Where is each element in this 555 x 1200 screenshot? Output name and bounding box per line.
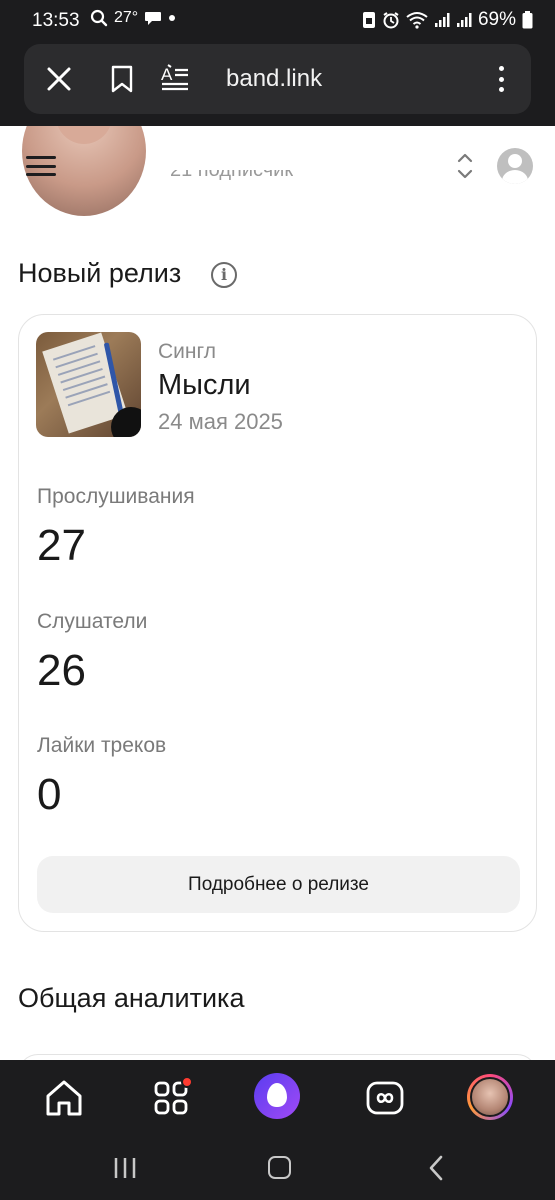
system-nav-bar xyxy=(0,1136,555,1200)
page-header xyxy=(0,126,555,206)
user-account-icon[interactable] xyxy=(497,148,533,184)
reader-mode-icon[interactable]: A xyxy=(160,64,190,94)
search-icon xyxy=(90,9,108,27)
signal-icon-2 xyxy=(456,13,472,27)
plays-label: Прослушивания xyxy=(37,485,195,508)
screen: 13:53 27° 69% A band.link 21 подписчик Н… xyxy=(0,0,555,1200)
browser-toolbar: A band.link xyxy=(24,44,531,114)
track-likes-label: Лайки треков xyxy=(37,734,167,757)
status-bar: 13:53 27° 69% xyxy=(0,0,555,42)
sim-icon xyxy=(362,12,375,28)
temperature: 27° xyxy=(114,9,139,26)
hamburger-menu-icon[interactable] xyxy=(26,156,56,176)
more-menu-icon[interactable] xyxy=(491,62,511,96)
battery-icon xyxy=(522,11,533,29)
release-type: Сингл xyxy=(158,340,216,363)
bookmark-icon[interactable] xyxy=(110,65,134,93)
web-page: 21 подписчик Новый релиз i Сингл Мысли 2… xyxy=(0,126,555,1060)
release-title[interactable]: Мысли xyxy=(158,369,251,402)
dot-icon xyxy=(169,15,176,21)
home-icon[interactable] xyxy=(42,1076,86,1120)
release-cover[interactable] xyxy=(36,332,141,437)
app-bottom-nav xyxy=(0,1060,555,1136)
plays-value: 27 xyxy=(37,521,86,570)
svg-text:A: A xyxy=(161,65,173,84)
release-details-button[interactable]: Подробнее о релизе xyxy=(37,856,520,913)
new-release-heading: Новый релиз xyxy=(18,258,182,288)
release-date: 24 мая 2025 xyxy=(158,409,283,434)
alice-assistant-icon[interactable] xyxy=(254,1073,300,1119)
recent-apps-icon[interactable] xyxy=(113,1156,137,1180)
artist-switcher-icon[interactable] xyxy=(455,151,475,181)
back-icon[interactable] xyxy=(426,1154,446,1182)
home-button-icon[interactable] xyxy=(268,1156,291,1179)
track-likes-value: 0 xyxy=(37,770,62,819)
wifi-icon xyxy=(406,12,428,29)
battery-percent: 69% xyxy=(477,9,516,30)
notification-badge xyxy=(181,1076,193,1088)
overall-analytics-heading: Общая аналитика xyxy=(18,983,245,1013)
signal-icon xyxy=(434,13,450,27)
close-icon[interactable] xyxy=(46,66,72,92)
clock: 13:53 xyxy=(32,10,80,31)
chat-icon xyxy=(145,12,162,25)
info-icon[interactable]: i xyxy=(211,262,237,288)
listeners-value: 26 xyxy=(37,646,86,695)
new-release-card: Сингл Мысли 24 мая 2025 Прослушивания 27… xyxy=(18,314,537,932)
infinity-icon[interactable] xyxy=(363,1076,407,1120)
listeners-label: Слушатели xyxy=(37,610,148,633)
profile-avatar[interactable] xyxy=(467,1074,513,1120)
url-field[interactable]: band.link xyxy=(226,65,322,93)
alarm-icon xyxy=(383,12,399,29)
